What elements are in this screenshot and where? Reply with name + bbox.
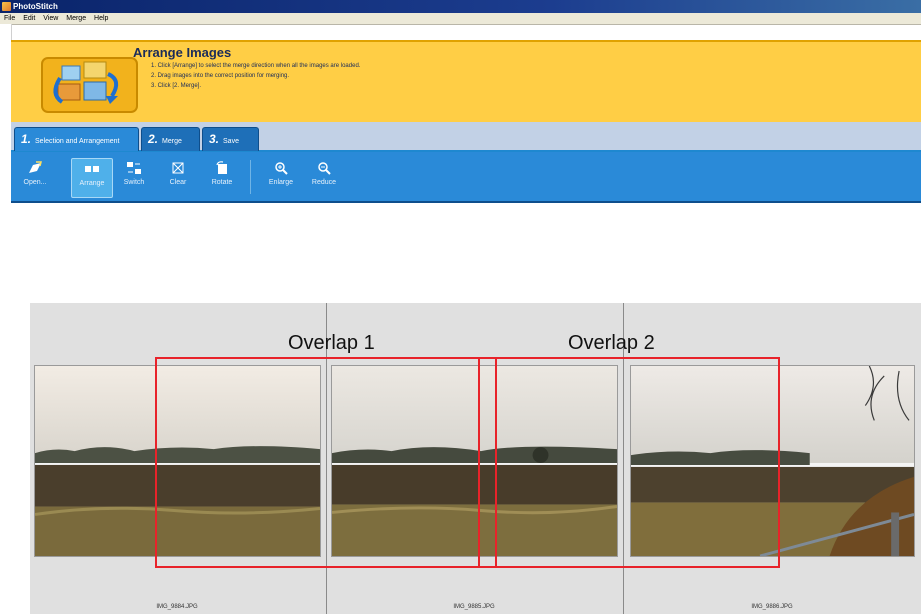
reduce-button[interactable]: Reduce	[304, 158, 344, 196]
clear-label: Clear	[169, 179, 187, 186]
tab-label: Selection and Arrangement	[35, 138, 120, 145]
menu-edit[interactable]: Edit	[23, 15, 35, 22]
tab-selection-arrangement[interactable]: 1. Selection and Arrangement	[14, 127, 139, 151]
instruction-panel: Arrange Images 1. Click [Arrange] to sel…	[11, 40, 921, 124]
tab-number: 1.	[21, 132, 32, 146]
zoom-in-icon	[275, 162, 288, 175]
menu-help[interactable]: Help	[94, 15, 108, 22]
overlap-box-2	[478, 357, 780, 568]
toolbar-separator	[250, 160, 251, 194]
arrange-label: Arrange	[79, 180, 105, 187]
open-label: Open...	[23, 179, 47, 186]
switch-icon	[127, 162, 141, 174]
rotate-label: Rotate	[211, 179, 233, 186]
window-title: PhotoStitch	[13, 2, 58, 11]
open-icon	[29, 161, 42, 173]
image-filename: IMG_9885.JPG	[453, 604, 495, 610]
switch-label: Switch	[123, 179, 145, 186]
tab-label: Save	[223, 138, 239, 145]
reduce-label: Reduce	[311, 179, 337, 186]
switch-button[interactable]: Switch	[114, 158, 154, 196]
instruction-3: 3. Click [2. Merge].	[151, 83, 202, 89]
arrange-icon	[85, 166, 99, 172]
tab-label: Merge	[162, 138, 182, 145]
tab-save[interactable]: 3. Save	[202, 127, 259, 151]
image-filename: IMG_9884.JPG	[156, 604, 198, 610]
instruction-2: 2. Drag images into the correct position…	[151, 73, 290, 79]
arrange-button[interactable]: Arrange	[71, 158, 113, 198]
menu-file[interactable]: File	[4, 15, 15, 22]
image-filename: IMG_9886.JPG	[751, 604, 793, 610]
clear-button[interactable]: Clear	[158, 158, 198, 196]
menu-bar: File Edit View Merge Help	[0, 13, 921, 25]
tab-number: 3.	[209, 132, 220, 146]
rotate-icon	[216, 161, 227, 174]
menu-merge[interactable]: Merge	[66, 15, 86, 22]
title-bar: PhotoStitch	[0, 0, 921, 13]
app-icon	[2, 2, 11, 11]
overlap-label-2: Overlap 2	[568, 332, 655, 354]
overlap-label-1: Overlap 1	[288, 332, 375, 354]
page-title: Arrange Images	[133, 45, 232, 60]
arrange-logo-icon	[41, 57, 138, 113]
rotate-button[interactable]: Rotate	[202, 158, 242, 196]
toolbar: Open... Arrange Switch Clear Rotate Enla…	[11, 152, 921, 203]
enlarge-button[interactable]: Enlarge	[261, 158, 301, 196]
zoom-out-icon	[318, 162, 331, 175]
open-button[interactable]: Open...	[15, 158, 55, 196]
tab-number: 2.	[148, 132, 159, 146]
tab-merge[interactable]: 2. Merge	[141, 127, 200, 151]
step-tabs: 1. Selection and Arrangement 2. Merge 3. Sa…	[11, 122, 921, 152]
clear-icon	[172, 162, 184, 174]
overlap-box-1	[155, 357, 497, 568]
menu-view[interactable]: View	[43, 15, 58, 22]
enlarge-label: Enlarge	[268, 179, 294, 186]
instruction-1: 1. Click [Arrange] to select the merge d…	[151, 63, 361, 69]
